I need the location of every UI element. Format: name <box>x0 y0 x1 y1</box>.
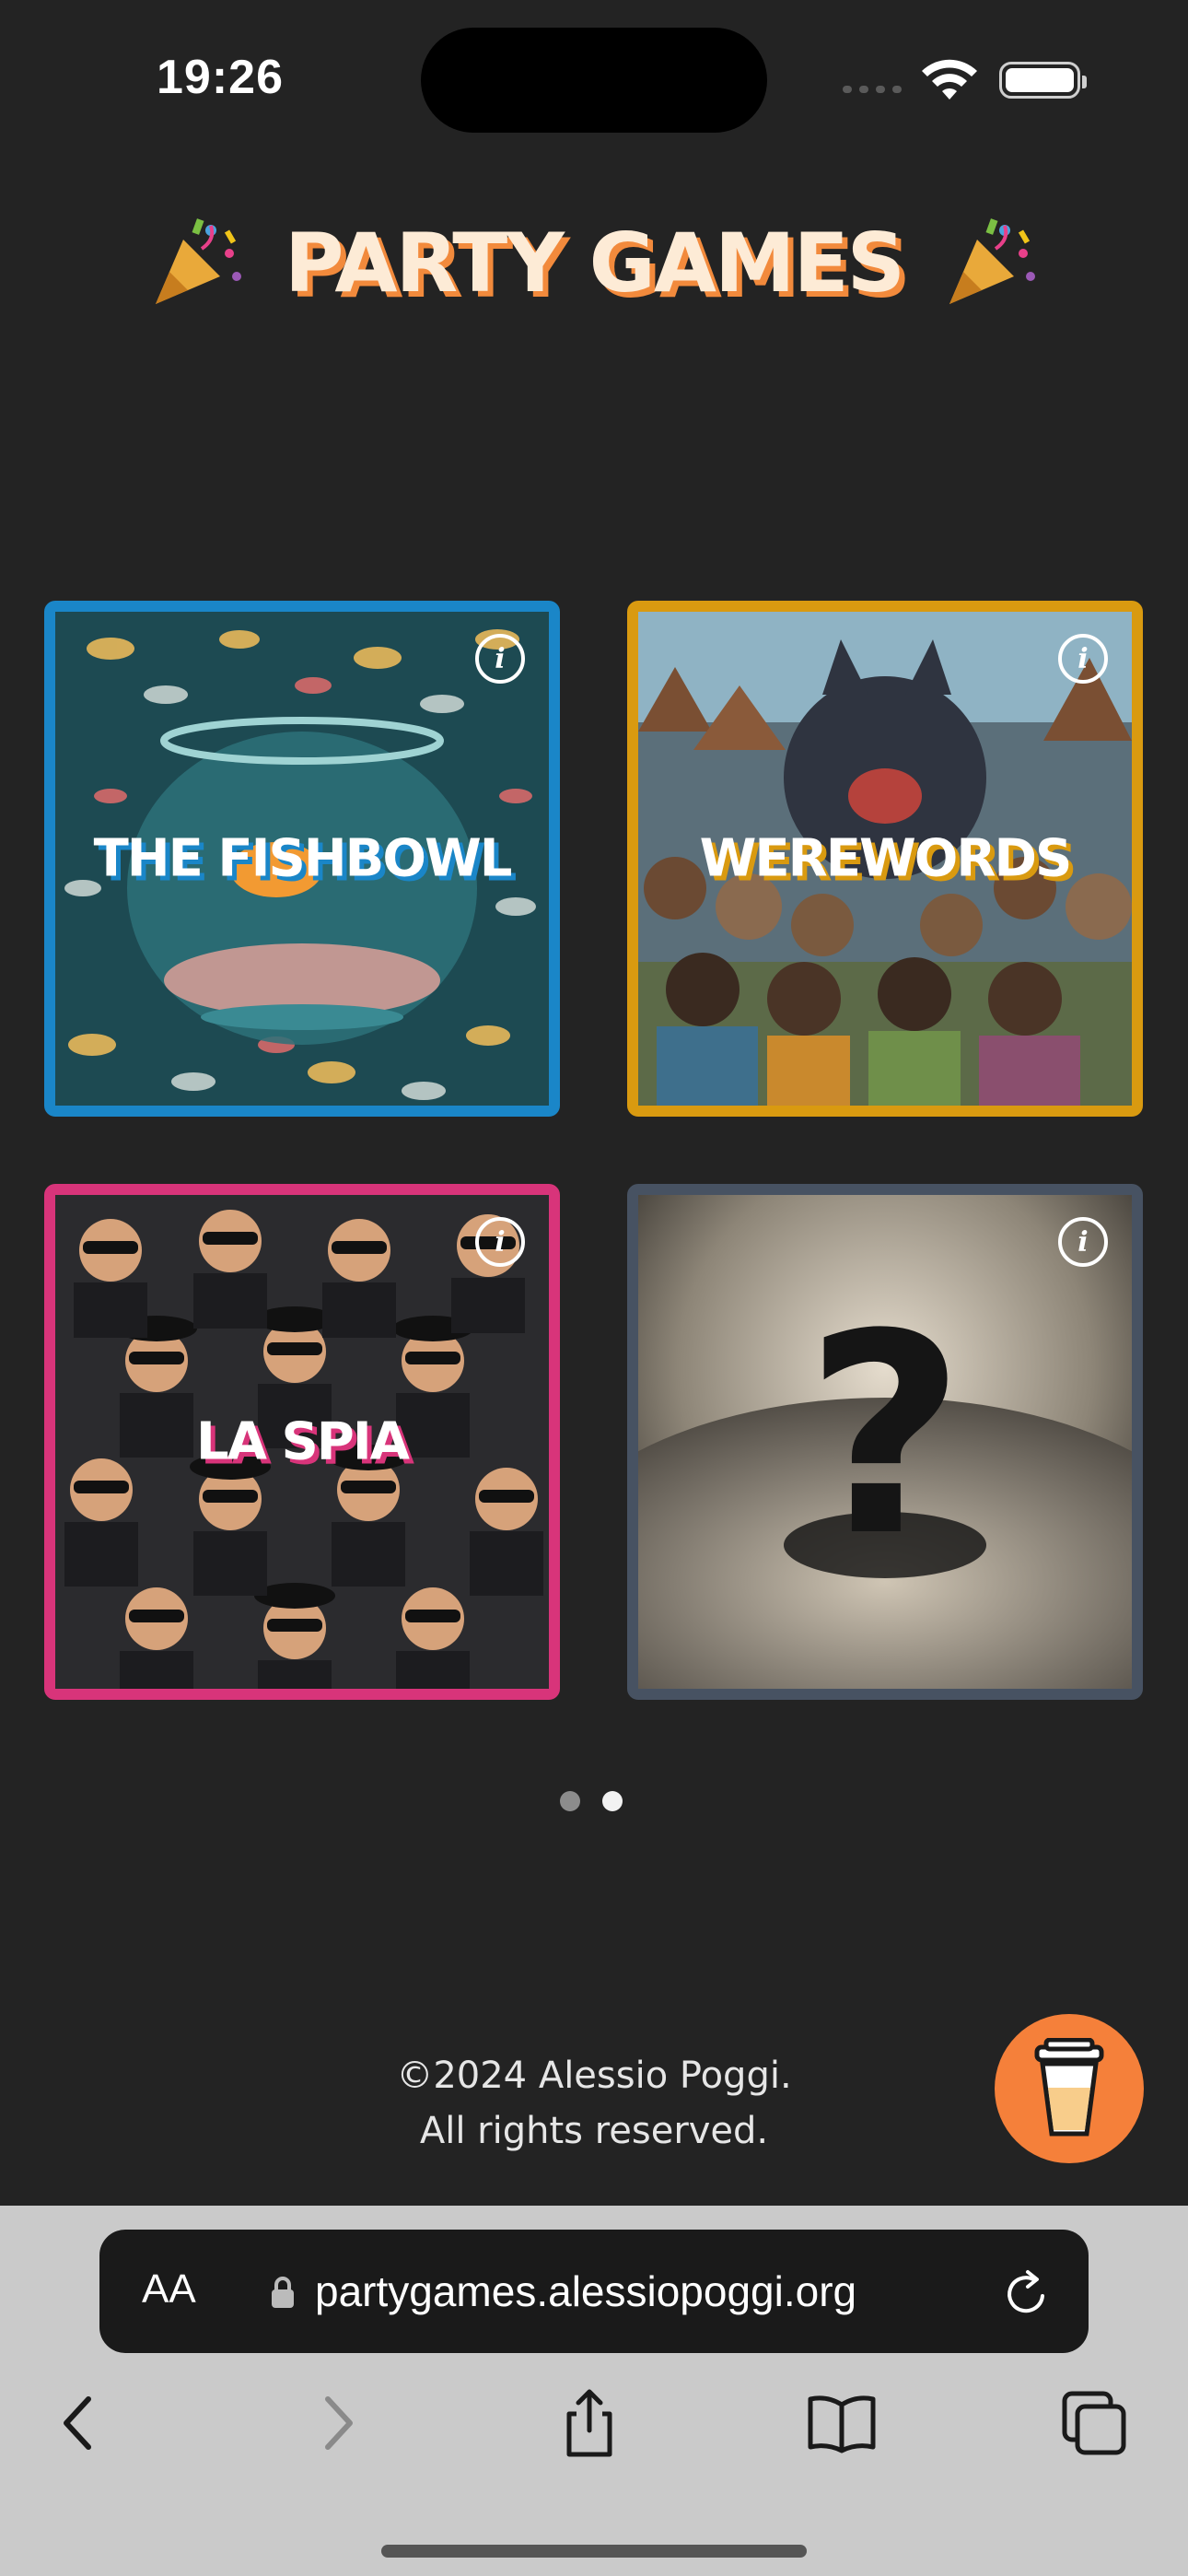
tabs-icon[interactable] <box>1057 2386 1131 2460</box>
info-icon[interactable]: i <box>475 1217 525 1267</box>
game-title: LA SPIA <box>195 1411 410 1472</box>
game-title: WEREWORDS <box>699 828 1073 889</box>
page-dot-2[interactable] <box>602 1791 623 1811</box>
home-indicator <box>381 2545 807 2558</box>
game-card-fishbowl[interactable]: THE FISHBOWL i <box>44 601 560 1117</box>
page-title: PARTY GAMES <box>284 215 905 310</box>
back-icon[interactable] <box>42 2386 116 2460</box>
lock-icon <box>272 2277 294 2308</box>
game-title: THE FISHBOWL <box>93 828 513 889</box>
buy-me-a-coffee-button[interactable] <box>995 2014 1144 2163</box>
forward-icon[interactable] <box>300 2386 374 2460</box>
info-icon[interactable]: i <box>475 634 525 684</box>
battery-icon <box>999 62 1087 99</box>
info-icon[interactable]: i <box>1058 1217 1108 1267</box>
party-popper-icon <box>949 218 1036 304</box>
status-time: 19:26 <box>157 51 284 104</box>
game-card-werewords[interactable]: WEREWORDS i <box>627 601 1143 1117</box>
page-dot-1[interactable] <box>560 1791 580 1811</box>
info-icon[interactable]: i <box>1058 634 1108 684</box>
game-card-mystery[interactable]: ? i <box>627 1184 1143 1700</box>
dynamic-island <box>421 28 767 133</box>
address-bar[interactable]: AA partygames.alessiopoggi.org <box>99 2230 1089 2353</box>
browser-toolbar: AA partygames.alessiopoggi.org <box>0 2206 1188 2576</box>
cellular-signal-icon <box>843 86 902 93</box>
svg-text:?: ? <box>805 1275 965 1597</box>
page-header: PARTY GAMES <box>0 203 1188 322</box>
game-card-la-spia[interactable]: LA SPIA i <box>44 1184 560 1700</box>
wifi-icon <box>922 59 977 100</box>
share-icon[interactable] <box>553 2386 626 2460</box>
party-popper-icon <box>155 218 241 304</box>
url-text[interactable]: partygames.alessiopoggi.org <box>315 2266 856 2316</box>
question-mark-illustration: ? <box>638 1195 1132 1689</box>
coffee-cup-icon <box>1034 2038 1104 2137</box>
text-size-button[interactable]: AA <box>142 2266 196 2313</box>
bookmarks-icon[interactable] <box>805 2386 879 2460</box>
page-indicator[interactable] <box>560 1791 623 1811</box>
reload-icon[interactable] <box>1002 2265 1054 2320</box>
